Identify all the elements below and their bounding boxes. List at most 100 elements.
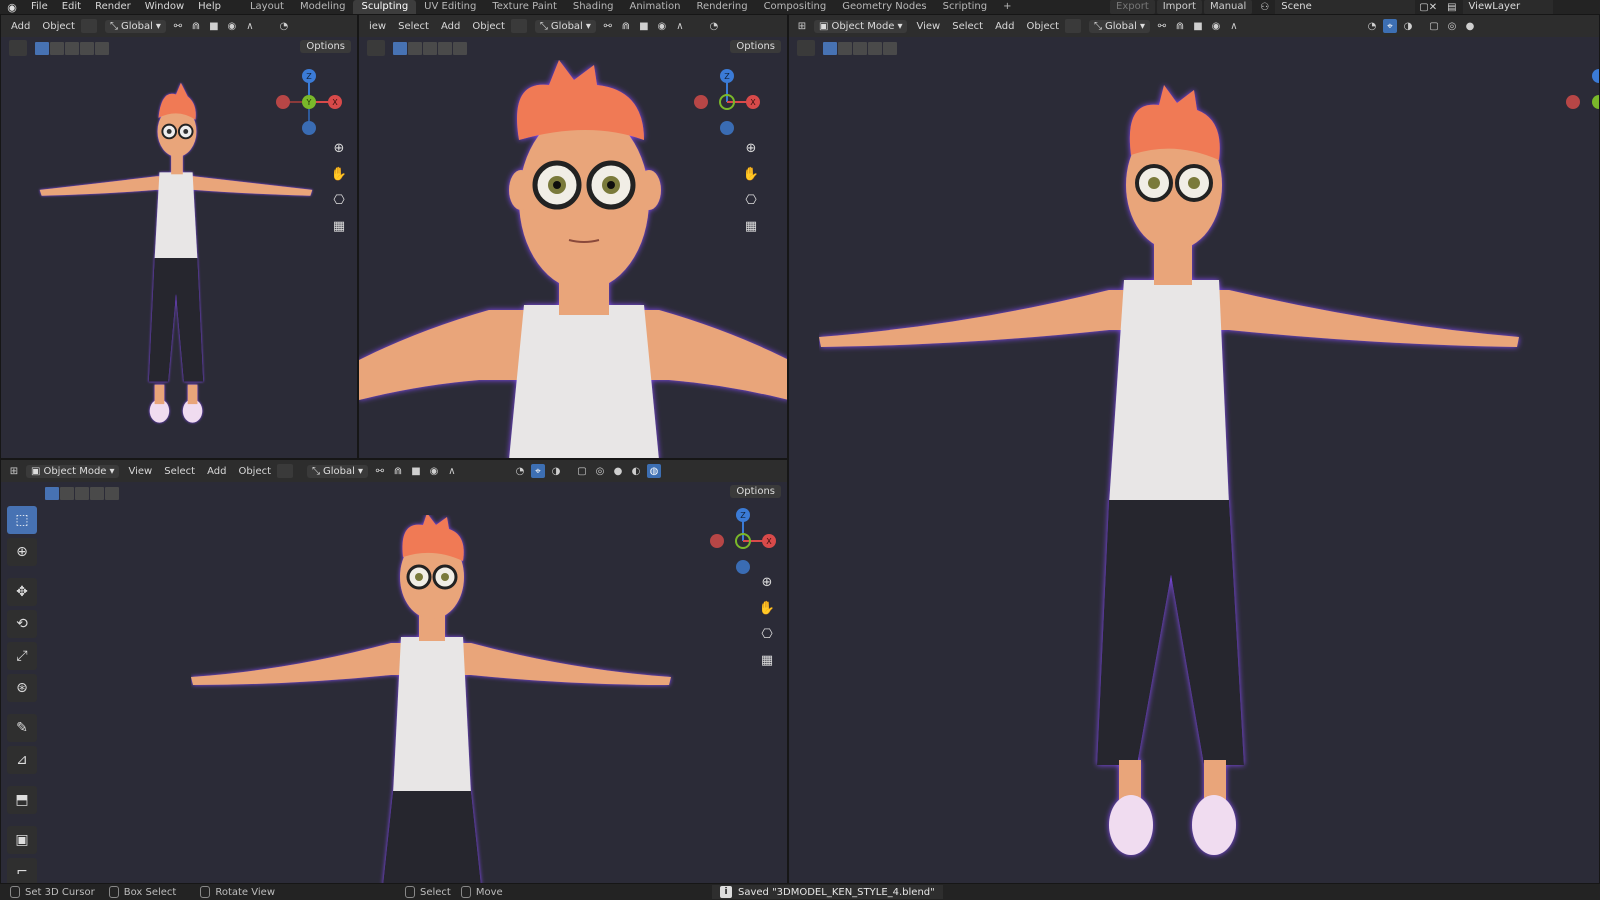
visibility-icon[interactable]: ◔ <box>513 464 527 478</box>
tab-texture-paint[interactable]: Texture Paint <box>484 0 565 14</box>
tab-layout[interactable]: Layout <box>242 0 292 14</box>
add-workspace-button[interactable]: + <box>995 0 1019 14</box>
orientation-dropdown[interactable]: ⤡ Global ▾ <box>104 19 166 33</box>
tab-modeling[interactable]: Modeling <box>292 0 354 14</box>
pan-hand-icon[interactable]: ✋ <box>330 166 348 184</box>
close-icon[interactable]: ✕ <box>1429 2 1437 13</box>
tab-shading[interactable]: Shading <box>565 0 622 14</box>
measure-tool[interactable]: ⊿ <box>7 746 37 774</box>
shading-rendered-icon[interactable]: ◍ <box>646 464 661 478</box>
curve-tool[interactable]: ⌐ <box>7 858 37 883</box>
navigation-gizmo[interactable]: Z X <box>705 500 785 580</box>
object-menu[interactable]: Object <box>1020 21 1065 32</box>
import-button[interactable]: Import <box>1156 0 1202 14</box>
saved-report[interactable]: i Saved "3DMODEL_KEN_STYLE_4.blend" <box>712 885 943 899</box>
tab-sculpting[interactable]: Sculpting <box>353 0 417 14</box>
add-cube-tool[interactable]: ⬒ <box>7 786 37 814</box>
mode-dropdown[interactable]: ▣ Object Mode ▾ <box>814 19 908 33</box>
link-icon[interactable]: ⚯ <box>1155 19 1169 33</box>
transform-pivot-button[interactable] <box>80 19 97 33</box>
proportional-icon[interactable]: ◉ <box>1209 19 1223 33</box>
menu-help[interactable]: Help <box>191 0 228 14</box>
visibility-icon[interactable]: ◔ <box>277 19 291 33</box>
image-tool[interactable]: ▣ <box>7 826 37 854</box>
tab-animation[interactable]: Animation <box>622 0 689 14</box>
add-menu[interactable]: Add <box>435 21 466 32</box>
add-menu[interactable]: Add <box>5 21 36 32</box>
transform-tool[interactable]: ⊛ <box>7 674 37 702</box>
snap-icon[interactable]: ⋒ <box>619 19 633 33</box>
overlay-icon[interactable]: ◑ <box>549 464 563 478</box>
proportional-icon[interactable]: ◉ <box>655 19 669 33</box>
tab-scripting[interactable]: Scripting <box>935 0 995 14</box>
selection-modes[interactable] <box>393 41 467 55</box>
scene-field[interactable]: Scene <box>1275 0 1416 14</box>
viewport-top-left[interactable]: Add Object ⤡ Global ▾ ⚯ ⋒ ■ ◉ ∧ ◔ Options… <box>0 14 358 459</box>
falloff-icon[interactable]: ∧ <box>445 464 459 478</box>
manual-button[interactable]: Manual <box>1203 0 1253 14</box>
export-button[interactable]: Export <box>1110 0 1155 14</box>
cursor-tool[interactable]: ⊕ <box>7 538 37 566</box>
falloff-icon[interactable]: ∧ <box>1227 19 1241 33</box>
visibility-icon[interactable]: ◔ <box>707 19 721 33</box>
pan-hand-icon[interactable]: ✋ <box>758 600 776 618</box>
viewport-top-middle[interactable]: iew Select Add Object ⤡ Global ▾ ⚯ ⋒ ■ ◉ … <box>358 14 788 459</box>
tool-select-button[interactable] <box>797 40 815 56</box>
select-menu[interactable]: Select <box>158 466 201 477</box>
snap-target-icon[interactable]: ■ <box>409 464 423 478</box>
options-dropdown[interactable]: Options <box>300 40 351 53</box>
shading-solid-icon[interactable]: ● <box>1463 19 1477 33</box>
shading-material-icon[interactable]: ◐ <box>629 464 643 478</box>
snap-icon[interactable]: ⋒ <box>391 464 405 478</box>
blender-logo-icon[interactable]: ◉ <box>0 1 24 14</box>
options-dropdown[interactable]: Options <box>730 40 781 53</box>
object-menu[interactable]: Object <box>232 466 277 477</box>
grid-icon[interactable]: ▦ <box>330 218 348 236</box>
editor-type-icon[interactable]: ⊞ <box>795 19 809 33</box>
viewport-right[interactable]: ⊞ ▣ Object Mode ▾ View Select Add Object … <box>788 14 1600 884</box>
proportional-icon[interactable]: ◉ <box>427 464 441 478</box>
tab-rendering[interactable]: Rendering <box>688 0 755 14</box>
link-icon[interactable]: ⚯ <box>171 19 185 33</box>
zoom-icon[interactable]: ⊕ <box>758 574 776 592</box>
xray-icon[interactable]: ▢ <box>575 464 589 478</box>
tab-uv-editing[interactable]: UV Editing <box>416 0 484 14</box>
copy-icon[interactable]: ▢ <box>1419 2 1428 13</box>
link-icon[interactable]: ⚯ <box>373 464 387 478</box>
menu-render[interactable]: Render <box>88 0 138 14</box>
transform-pivot-button[interactable] <box>277 464 294 478</box>
tab-geometry-nodes[interactable]: Geometry Nodes <box>834 0 934 14</box>
mode-dropdown[interactable]: ▣ Object Mode ▾ <box>26 464 120 478</box>
rotate-tool[interactable]: ⟲ <box>7 610 37 638</box>
object-menu[interactable]: Object <box>36 21 81 32</box>
viewlayer-field[interactable]: ViewLayer <box>1462 0 1553 14</box>
snap-target-icon[interactable]: ■ <box>207 19 221 33</box>
select-box-tool[interactable]: ⬚ <box>7 506 37 534</box>
shading-solid-icon[interactable]: ● <box>611 464 625 478</box>
view-menu[interactable]: View <box>910 21 946 32</box>
viewport-bottom-left[interactable]: ⊞ ▣ Object Mode ▾ View Select Add Object … <box>0 459 788 884</box>
add-menu[interactable]: Add <box>201 466 232 477</box>
proportional-icon[interactable]: ◉ <box>225 19 239 33</box>
shading-wireframe-icon[interactable]: ◎ <box>593 464 607 478</box>
tool-select-button[interactable] <box>9 40 27 56</box>
grid-icon[interactable]: ▦ <box>758 652 776 670</box>
options-dropdown[interactable]: Options <box>730 485 781 498</box>
camera-icon[interactable]: ⎔ <box>330 192 348 210</box>
menu-file[interactable]: File <box>24 0 55 14</box>
gizmo-toggle-icon[interactable]: ⌖ <box>530 464 545 478</box>
scale-tool[interactable]: ⤢ <box>7 642 37 670</box>
link-icon[interactable]: ⚯ <box>601 19 615 33</box>
editor-type-icon[interactable]: ⊞ <box>7 464 21 478</box>
snap-target-icon[interactable]: ■ <box>637 19 651 33</box>
xray-icon[interactable]: ▢ <box>1427 19 1441 33</box>
selection-modes[interactable] <box>45 486 119 500</box>
view-menu[interactable]: iew <box>363 21 392 32</box>
tool-select-button[interactable] <box>367 40 385 56</box>
object-menu[interactable]: Object <box>466 21 511 32</box>
tab-compositing[interactable]: Compositing <box>756 0 835 14</box>
selection-modes[interactable] <box>35 41 109 55</box>
visibility-icon[interactable]: ◔ <box>1365 19 1379 33</box>
snap-icon[interactable]: ⋒ <box>189 19 203 33</box>
move-tool[interactable]: ✥ <box>7 578 37 606</box>
